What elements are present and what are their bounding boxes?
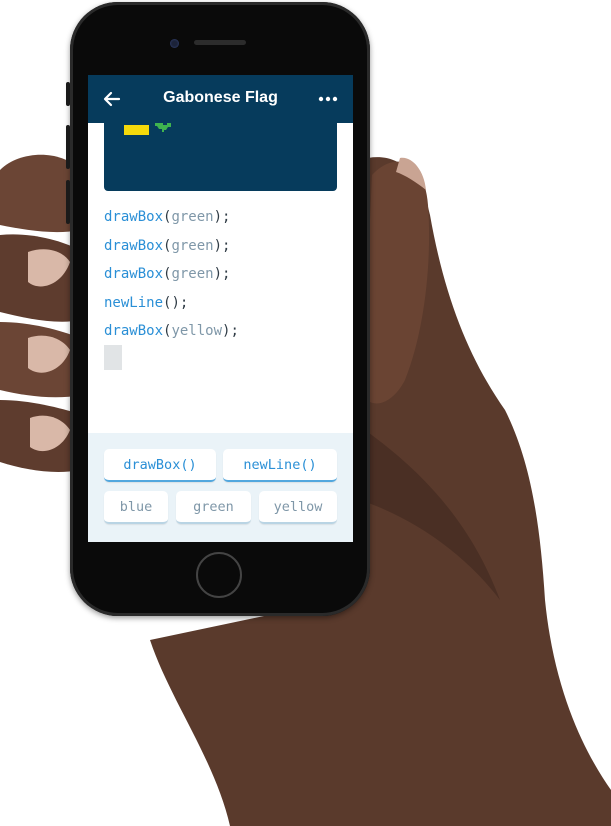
code-function: drawBox bbox=[104, 237, 164, 254]
drawbox-suggestion-button[interactable]: drawBox() bbox=[104, 449, 216, 482]
code-line[interactable]: newLine(); bbox=[104, 289, 239, 318]
front-camera-icon bbox=[170, 39, 179, 48]
output-preview bbox=[104, 115, 337, 191]
code-line[interactable]: drawBox(green); bbox=[104, 260, 239, 289]
app-screen: Gabonese Flag drawBox(green); drawBox(gr… bbox=[88, 75, 353, 542]
code-punctuation: ); bbox=[213, 266, 231, 282]
code-line[interactable]: drawBox(green); bbox=[104, 232, 239, 261]
code-line[interactable]: drawBox(yellow); bbox=[104, 317, 239, 346]
home-button[interactable] bbox=[196, 552, 242, 598]
volume-up-button bbox=[66, 125, 70, 169]
code-punctuation: ); bbox=[213, 209, 231, 225]
text-cursor[interactable] bbox=[104, 345, 122, 370]
code-editor[interactable]: drawBox(green); drawBox(green); drawBox(… bbox=[104, 203, 239, 346]
more-horizontal-icon[interactable] bbox=[317, 89, 339, 109]
code-function: drawBox bbox=[104, 323, 164, 339]
code-function: newLine bbox=[104, 294, 164, 311]
suggestion-tray: drawBox() newLine() blue green yellow bbox=[88, 433, 353, 542]
newline-suggestion-button[interactable]: newLine() bbox=[223, 449, 337, 482]
volume-down-button bbox=[66, 180, 70, 224]
code-argument: green bbox=[171, 209, 214, 225]
code-punctuation: ); bbox=[213, 237, 231, 254]
code-line[interactable]: drawBox(green); bbox=[104, 203, 239, 232]
page-title: Gabonese Flag bbox=[163, 89, 278, 106]
yellow-suggestion-button[interactable]: yellow bbox=[259, 491, 337, 524]
code-function: drawBox bbox=[104, 209, 164, 225]
green-suggestion-button[interactable]: green bbox=[176, 491, 251, 524]
mute-switch bbox=[66, 82, 70, 106]
code-argument: yellow bbox=[171, 323, 223, 339]
code-punctuation: ); bbox=[171, 294, 189, 311]
code-punctuation: ); bbox=[222, 323, 239, 339]
app-bar: Gabonese Flag bbox=[88, 75, 353, 123]
code-argument: green bbox=[171, 237, 214, 254]
code-argument: green bbox=[171, 266, 214, 282]
blue-suggestion-button[interactable]: blue bbox=[104, 491, 168, 524]
flag-yellow-box bbox=[124, 125, 149, 135]
earpiece-speaker bbox=[194, 40, 246, 45]
code-function: drawBox bbox=[104, 266, 164, 282]
